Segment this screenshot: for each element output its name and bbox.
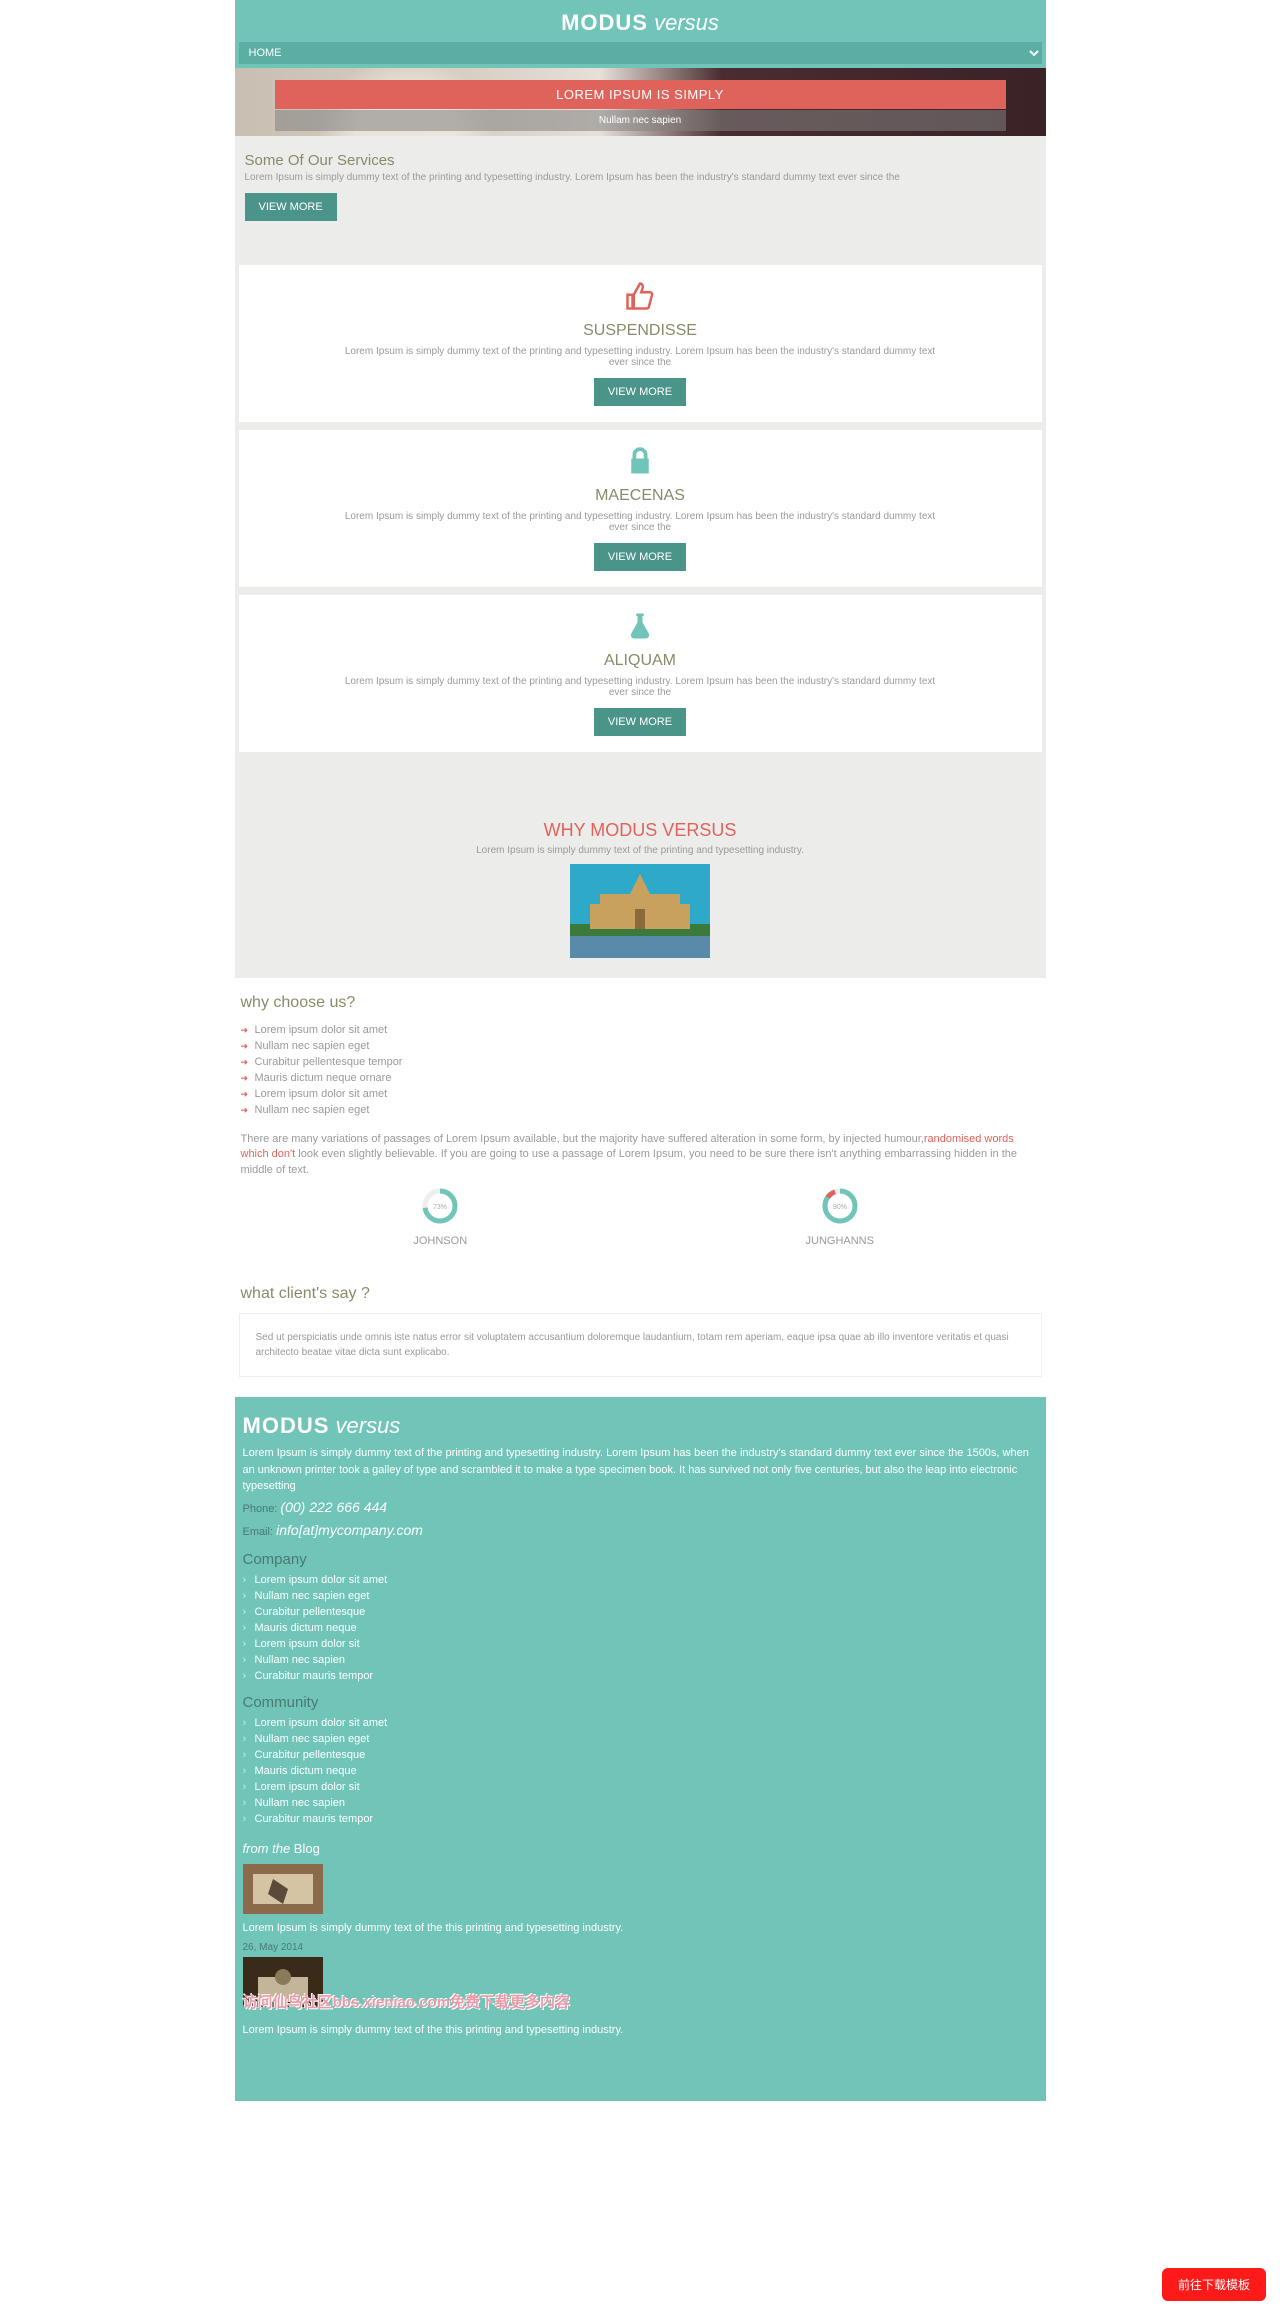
choose-list: Lorem ipsum dolor sit amet Nullam nec sa… [241,1022,1040,1118]
list-item: Curabitur pellentesque tempor [241,1054,1040,1070]
card-desc: Lorem Ipsum is simply dummy text of the … [339,676,942,698]
list-item[interactable]: Lorem ipsum dolor sit amet [243,1572,1038,1588]
list-item[interactable]: Nullam nec sapien [243,1795,1038,1811]
why-heading: WHY MODUS VERSUS [235,820,1046,841]
list-item[interactable]: Nullam nec sapien eget [243,1731,1038,1747]
card-title: MAECENAS [339,487,942,505]
community-list: Lorem ipsum dolor sit amet Nullam nec sa… [243,1715,1038,1827]
blog-date: 26, May 2014 [243,1940,1038,1955]
site-logo: MODUS versus [235,10,1046,36]
lock-icon [625,446,655,476]
list-item: Nullam nec sapien eget [241,1102,1040,1118]
svg-text:73%: 73% [433,1204,447,1211]
download-template-button[interactable]: 前往下载模板 [1162,2268,1266,2301]
chart-label: JOHNSON [241,1235,641,1247]
service-card: MAECENAS Lorem Ipsum is simply dummy tex… [239,430,1042,587]
donut-charts: 73% JOHNSON 90% JUNGHANNS [241,1186,1040,1247]
hero-title: LOREM IPSUM IS SIMPLY [275,80,1006,109]
view-more-button[interactable]: VIEW MORE [594,708,686,736]
company-list: Lorem ipsum dolor sit amet Nullam nec sa… [243,1572,1038,1684]
blog-heading: from the Blog [243,1841,1038,1856]
list-item[interactable]: Lorem ipsum dolor sit [243,1636,1038,1652]
service-card: SUSPENDISSE Lorem Ipsum is simply dummy … [239,265,1042,422]
service-card: ALIQUAM Lorem Ipsum is simply dummy text… [239,595,1042,752]
list-item[interactable]: Curabitur mauris tempor [243,1668,1038,1684]
castle-image [570,864,710,958]
services-desc: Lorem Ipsum is simply dummy text of the … [245,172,1036,183]
services-heading: Some Of Our Services [245,152,1036,169]
view-more-button[interactable]: VIEW MORE [594,378,686,406]
card-desc: Lorem Ipsum is simply dummy text of the … [339,346,942,368]
why-subtitle: Lorem Ipsum is simply dummy text of the … [235,845,1046,856]
card-desc: Lorem Ipsum is simply dummy text of the … [339,511,942,533]
chart-label: JUNGHANNS [640,1235,1040,1247]
view-more-button[interactable]: VIEW MORE [594,543,686,571]
list-item: Lorem ipsum dolor sit amet [241,1086,1040,1102]
variations-text: There are many variations of passages of… [241,1132,1040,1178]
blog-text: Lorem Ipsum is simply dummy text of the … [243,2022,1038,2039]
card-title: ALIQUAM [339,652,942,670]
choose-heading: why choose us? [241,994,1040,1012]
list-item[interactable]: Mauris dictum neque [243,1620,1038,1636]
blog-text: Lorem Ipsum is simply dummy text of the … [243,1920,1038,1937]
hero-subtitle: Nullam nec sapien [275,110,1006,131]
company-heading: Company [243,1551,1038,1568]
hero-banner: LOREM IPSUM IS SIMPLY Nullam nec sapien [235,68,1046,136]
testimonial-quote: Sed ut perspiciatis unde omnis iste natu… [239,1313,1042,1377]
thumbs-up-icon [625,281,655,311]
list-item[interactable]: Nullam nec sapien eget [243,1588,1038,1604]
list-item: Mauris dictum neque ornare [241,1070,1040,1086]
why-section: WHY MODUS VERSUS Lorem Ipsum is simply d… [235,800,1046,978]
footer-desc: Lorem Ipsum is simply dummy text of the … [243,1445,1038,1495]
nav-select[interactable]: HOME [239,42,1042,64]
list-item[interactable]: Lorem ipsum dolor sit [243,1779,1038,1795]
donut-chart: 90% JUNGHANNS [640,1186,1040,1247]
testimonials: what client's say ? Sed ut perspiciatis … [235,1285,1046,1377]
list-item: Lorem ipsum dolor sit amet [241,1022,1040,1038]
footer-logo: MODUS versus [243,1413,1038,1439]
testimonials-heading: what client's say ? [241,1285,1040,1303]
list-item[interactable]: Curabitur mauris tempor [243,1811,1038,1827]
list-item: Nullam nec sapien eget [241,1038,1040,1054]
footer-phone: Phone: (00) 222 666 444 [243,1497,1038,1518]
svg-text:90%: 90% [833,1204,847,1211]
overlay-text: 访问仙鸟社区bbs.xieniao.com免费下载更多内容 [243,1991,1038,2012]
why-choose-us: why choose us? Lorem ipsum dolor sit ame… [235,978,1046,1279]
service-cards: SUSPENDISSE Lorem Ipsum is simply dummy … [235,235,1046,800]
view-more-button[interactable]: VIEW MORE [245,193,337,221]
community-heading: Community [243,1694,1038,1711]
list-item[interactable]: Lorem ipsum dolor sit amet [243,1715,1038,1731]
list-item[interactable]: Nullam nec sapien [243,1652,1038,1668]
list-item[interactable]: Curabitur pellentesque [243,1604,1038,1620]
header: MODUS versus HOME [235,0,1046,68]
list-item[interactable]: Mauris dictum neque [243,1763,1038,1779]
footer-email: Email: info[at]mycompany.com [243,1520,1038,1541]
services-intro: Some Of Our Services Lorem Ipsum is simp… [235,136,1046,235]
blog-image [243,1864,323,1914]
list-item[interactable]: Curabitur pellentesque [243,1747,1038,1763]
footer: MODUS versus Lorem Ipsum is simply dummy… [235,1397,1046,2101]
donut-chart: 73% JOHNSON [241,1186,641,1247]
card-title: SUSPENDISSE [339,322,942,340]
flask-icon [625,611,655,641]
